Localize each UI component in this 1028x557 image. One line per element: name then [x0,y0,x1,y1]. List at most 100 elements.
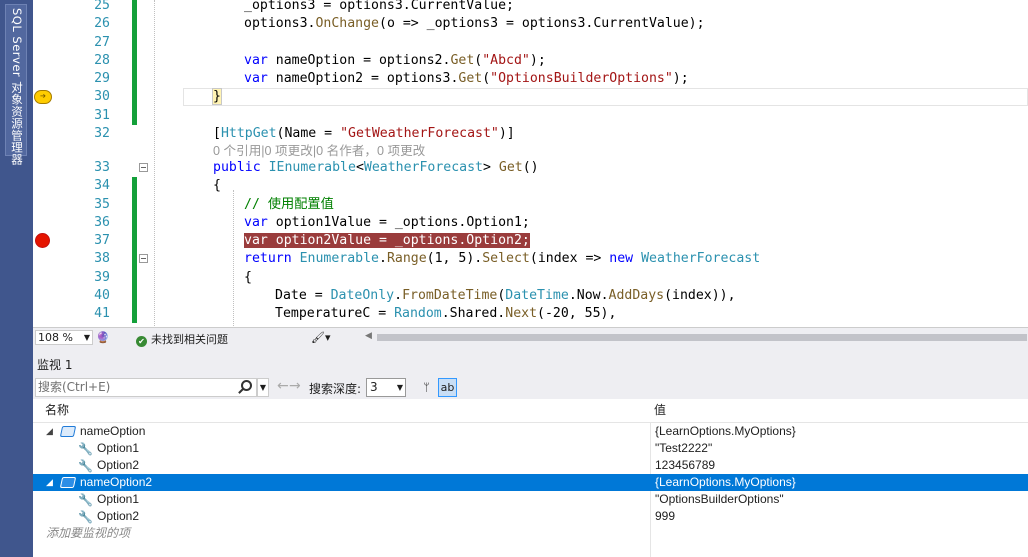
zoom-value: 108 % [38,331,73,344]
code-line[interactable]: 41 TemperatureC = Random.Shared.Next(-20,… [33,305,1028,324]
code-line[interactable]: 36 var option1Value = _options.Option1; [33,213,1028,232]
issues-indicator[interactable]: ✔ 未找到相关问题 [136,331,228,347]
column-header-value[interactable]: 值 [654,399,666,422]
code-token: new [609,251,634,267]
breakpoint-icon[interactable] [35,233,50,248]
code-token: var [244,71,268,86]
change-marker [132,88,137,107]
code-text: var nameOption2 = options3.Get("OptionsB… [244,70,689,88]
change-marker [132,177,137,196]
code-token: ); [672,71,689,86]
arrow-right-icon[interactable]: → [289,378,301,394]
copilot-icon[interactable]: 🔮 [96,331,110,344]
code-line[interactable]: 27 [33,33,1028,52]
column-header-name[interactable]: 名称 [45,399,69,422]
object-icon [59,477,77,488]
code-line[interactable]: 39 { [33,268,1028,287]
search-icon[interactable] [241,380,252,391]
code-token: AddDays [608,287,665,303]
collapse-icon[interactable] [139,254,148,264]
code-line[interactable]: 25 _options3 = options3.CurrentValue; [33,0,1028,16]
pin-icon[interactable]: ᛘ [417,378,436,397]
code-token: . [394,287,403,303]
watch-title[interactable]: 监视 1 [33,355,1028,375]
watch-name: Option2 [97,458,140,472]
collapse-arrow-icon[interactable]: ◢ [46,474,53,491]
watch-row-property[interactable]: 🔧 Option2 999 [33,508,1028,525]
code-token: "OptionsBuilderOptions" [490,71,673,86]
watch-grid-header: 名称 值 [33,399,1028,423]
change-marker [132,232,137,251]
editor-status-bar: 108 % ▼ 🔮 ✔ 未找到相关问题 🖌▾ ◀ [33,327,1028,347]
code-token: ; [506,0,514,13]
change-marker [132,195,137,214]
hex-display-icon[interactable]: ab [438,378,457,397]
code-line[interactable]: 38 return Enumerable.Range(1, 5).Select(i… [33,250,1028,269]
code-line[interactable]: 31 [33,106,1028,125]
code-token: . [379,251,387,267]
watch-row-object[interactable]: ◢ nameOption2 {LearnOptions.MyOptions} [33,474,1028,491]
add-watch-row[interactable]: 添加要监视的项 [33,525,1028,542]
current-line-highlight [183,88,1028,107]
code-editor[interactable]: 25 _options3 = options3.CurrentValue; 26 op… [33,0,1028,327]
code-token: (index => [529,251,610,267]
code-text: var option1Value = _options.Option1; [244,214,530,232]
code-line[interactable]: 26 options3.OnChange(o => _options3 = opt… [33,15,1028,34]
code-line[interactable]: 29 var nameOption2 = options3.Get("Option… [33,70,1028,89]
watch-row-object[interactable]: ◢ nameOption {LearnOptions.MyOptions} [33,423,1028,440]
brace-match: } [212,88,222,106]
code-token: "Abcd" [482,52,530,68]
code-token: (-20, 55), [537,306,617,321]
collapse-icon[interactable] [139,163,148,172]
watch-value: 123456789 [655,458,716,472]
code-line[interactable]: 33 public IEnumerable<WeatherForecast> Ge… [33,159,1028,177]
line-number: 38 [94,251,110,267]
code-text: return Enumerable.Range(1, 5).Select(ind… [244,250,760,268]
chevron-down-icon: ▼ [83,333,90,342]
horizontal-scrollbar[interactable] [377,334,1027,341]
code-token: Get [450,52,475,68]
sql-server-explorer-tab[interactable]: SQL Server 对象资源管理器 [5,4,27,165]
code-line[interactable]: 32 [HttpGet(Name = "GetWeatherForecast")] [33,125,1028,143]
code-text: var option2Value = _options.Option2; [244,232,530,250]
watch-row-property[interactable]: 🔧 Option2 123456789 [33,457,1028,474]
chevron-down-icon: ▼ [396,383,403,392]
line-number: 31 [94,107,110,123]
watch-search-input[interactable]: 搜索(Ctrl+E) [35,378,257,397]
execution-pointer-icon[interactable]: ➔ [34,90,52,105]
code-lines: 25 _options3 = options3.CurrentValue; 26 op… [33,0,1028,324]
code-line[interactable]: 35 // 使用配置值 [33,195,1028,214]
codelens-info: 0 个引用|0 项更改|0 名作者，0 项更改 [213,144,426,158]
code-line[interactable]: 37 var option2Value = _options.Option2; [33,232,1028,251]
watch-name: Option1 [97,441,140,455]
code-token: var [244,52,268,68]
search-depth-select[interactable]: 3 ▼ [366,378,406,397]
search-options-dropdown[interactable]: ▼ [257,378,269,397]
code-line[interactable]: 30 ➔} [33,88,1028,107]
change-marker [132,70,137,89]
code-text: TemperatureC = Random.Shared.Next(-20, 5… [275,305,616,323]
code-line[interactable]: 40 Date = DateOnly.FromDateTime(DateTime.… [33,286,1028,305]
panel-splitter[interactable] [33,347,1028,355]
zoom-select[interactable]: 108 % ▼ [35,330,93,345]
watch-row-property[interactable]: 🔧 Option1 "Test2222" [33,440,1028,457]
code-token: Date = [275,287,331,303]
code-line[interactable]: 28 var nameOption = options2.Get("Abcd"); [33,51,1028,70]
code-line[interactable]: 34 { [33,177,1028,196]
scroll-left-icon[interactable]: ◀ [365,331,372,341]
brush-icon[interactable]: 🖌▾ [311,331,331,344]
code-token: < [355,160,364,175]
arrow-left-icon[interactable]: ← [277,378,289,394]
watch-grid: 名称 值 ◢ nameOption {LearnOptions.MyOptions}… [33,399,1028,557]
change-marker [132,305,137,324]
line-number: 36 [94,214,110,230]
collapse-arrow-icon[interactable]: ◢ [46,423,53,440]
code-line[interactable]: 0 个引用|0 项更改|0 名作者，0 项更改 [33,143,1028,159]
code-token: Select [482,251,530,267]
code-token: [ [213,125,221,141]
watch-row-property[interactable]: 🔧 Option1 "OptionsBuilderOptions" [33,491,1028,508]
code-text: // 使用配置值 [244,196,334,214]
watch-value: "OptionsBuilderOptions" [655,492,784,506]
watch-name: Option2 [97,509,140,523]
